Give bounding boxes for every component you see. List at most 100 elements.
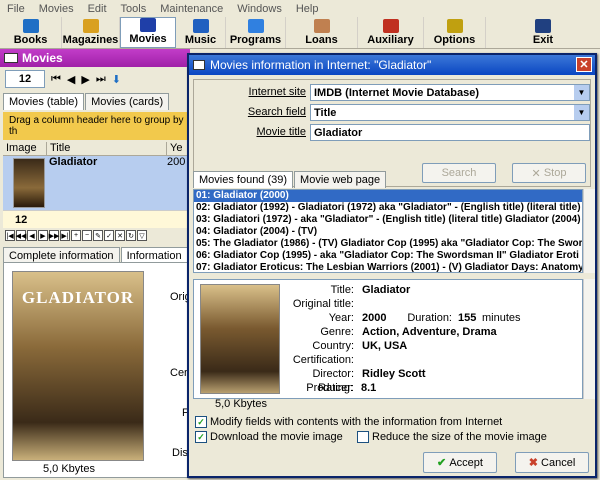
search-button[interactable]: Search: [422, 163, 496, 183]
toolbar-programs-button[interactable]: Programs: [226, 17, 286, 48]
menu-tools[interactable]: Tools: [114, 3, 154, 15]
results-list[interactable]: 01: Gladiator (2000) 02: Gladiator (1992…: [193, 189, 583, 273]
nav-add-icon[interactable]: +: [71, 230, 81, 241]
checkmark-icon: ✓: [195, 431, 207, 443]
table-row[interactable]: Gladiator 200: [3, 156, 190, 210]
internet-site-label: Internet site: [248, 86, 306, 98]
film-icon: [4, 53, 18, 63]
toolbar-exit-button[interactable]: Exit: [486, 17, 600, 48]
close-icon[interactable]: ✕: [576, 57, 592, 72]
info-duration: 155: [458, 312, 477, 324]
info-country-label: Country:: [312, 340, 354, 352]
info-title-label: Title:: [330, 284, 354, 296]
dialog-title-bar: Movies information in Internet: "Gladiat…: [189, 55, 595, 75]
next-record-icon[interactable]: ▶: [81, 73, 89, 86]
column-title[interactable]: Title: [47, 142, 167, 155]
list-item[interactable]: 06: Gladiator Cop (1995) - aka "Gladiato…: [194, 250, 582, 262]
list-item[interactable]: 02: Gladiator (1992) - Gladiatori (1972)…: [194, 202, 582, 214]
toolbar-options-button[interactable]: Options: [424, 17, 486, 48]
check-icon: ✔: [437, 457, 450, 469]
info-title: Gladiator: [362, 284, 411, 296]
nav-check-icon[interactable]: ✓: [104, 230, 114, 241]
list-item[interactable]: 07: Gladiator Eroticus: The Lesbian Warr…: [194, 262, 582, 272]
internet-site-select[interactable]: IMDB (Internet Movie Database) ▼: [310, 84, 590, 101]
cancel-button[interactable]: ✖ Cancel: [515, 452, 589, 473]
search-field-select[interactable]: Title ▼: [310, 104, 590, 121]
stop-button[interactable]: ✕ Stop: [512, 163, 586, 183]
tab-movie-web-page[interactable]: Movie web page: [294, 171, 387, 188]
previous-record-icon[interactable]: ◀: [67, 73, 75, 86]
music-note-icon: [192, 19, 209, 33]
chevron-down-icon[interactable]: ▼: [574, 85, 589, 100]
tab-movies-cards[interactable]: Movies (cards): [85, 93, 170, 110]
column-image[interactable]: Image: [3, 142, 47, 155]
movie-poster: [200, 284, 280, 394]
list-item[interactable]: 01: Gladiator (2000): [194, 190, 582, 202]
toolbar-music-button[interactable]: Music: [176, 17, 226, 48]
internet-search-icon[interactable]: ⬇: [112, 73, 121, 86]
info-original-title-label: Original title:: [292, 298, 354, 310]
nav-prev-icon[interactable]: ◀: [27, 230, 37, 241]
nav-delete-icon[interactable]: −: [82, 230, 92, 241]
list-item[interactable]: 03: Gladiatori (1972) - aka "Gladiator" …: [194, 214, 582, 226]
view-tabs: Movies (table) Movies (cards): [3, 93, 170, 110]
nav-refresh-icon[interactable]: ↻: [126, 230, 136, 241]
toolbar-magazines-button[interactable]: Magazines: [62, 17, 120, 48]
toolbar-books-button[interactable]: Books: [0, 17, 62, 48]
row-year: 200: [167, 156, 186, 168]
magazine-icon: [82, 19, 99, 33]
movie-poster: GLADIATOR: [12, 271, 144, 461]
list-item[interactable]: 04: Gladiator (2004) - (TV): [194, 226, 582, 238]
checkmark-icon: ✓: [195, 416, 207, 428]
nav-last-icon[interactable]: ▶|: [60, 230, 70, 241]
poster-thumbnail: [13, 158, 45, 208]
last-record-icon[interactable]: ⏭: [96, 73, 106, 86]
info-genre: Action, Adventure, Drama: [362, 326, 497, 338]
grid-header: Image Title Ye: [3, 142, 190, 156]
group-by-area[interactable]: Drag a column header here to group by th: [3, 112, 190, 140]
info-year-label: Year:: [328, 312, 354, 324]
info-genre-label: Genre:: [320, 326, 354, 338]
info-director-label: Director:: [312, 368, 354, 380]
detail-panel: GLADIATOR 5,0 Kbytes Orig Cer F Dis: [3, 262, 191, 478]
toolbar-auxiliary-button[interactable]: Auxiliary: [358, 17, 424, 48]
nav-edit-icon[interactable]: ✎: [93, 230, 103, 241]
first-record-icon[interactable]: ⏮: [51, 73, 61, 86]
chevron-down-icon[interactable]: ▼: [574, 105, 589, 120]
download-image-checkbox[interactable]: ✓ Download the movie image: [195, 431, 343, 443]
menu-file[interactable]: File: [0, 3, 32, 15]
book-icon: [22, 19, 39, 33]
movie-title-label: Movie title: [256, 126, 306, 138]
info-rating: 8.1: [361, 382, 377, 394]
record-number-field[interactable]: 12: [5, 70, 45, 88]
movie-title-input[interactable]: Gladiator: [310, 124, 590, 141]
nav-cancel-icon[interactable]: ✕: [115, 230, 125, 241]
exit-icon: [535, 19, 551, 33]
results-scrollbar[interactable]: [583, 189, 595, 273]
nav-filter-icon[interactable]: ▽: [137, 230, 147, 241]
nav-next-icon[interactable]: ▶: [38, 230, 48, 241]
poster-title: GLADIATOR: [21, 288, 135, 307]
tab-movies-table[interactable]: Movies (table): [3, 93, 85, 110]
menu-windows[interactable]: Windows: [230, 3, 289, 15]
accept-button[interactable]: ✔ Accept: [423, 452, 497, 473]
main-toolbar: Books Magazines Movies Music Programs Lo…: [0, 17, 600, 49]
info-scrollbar[interactable]: [583, 279, 595, 399]
nav-first-icon[interactable]: |◀: [5, 230, 15, 241]
reduce-size-checkbox[interactable]: Reduce the size of the movie image: [357, 431, 547, 443]
menu-help[interactable]: Help: [289, 3, 326, 15]
menu-edit[interactable]: Edit: [81, 3, 114, 15]
toolbar-loans-button[interactable]: Loans: [286, 17, 358, 48]
nav-next-page-icon[interactable]: ▶▶: [49, 230, 59, 241]
auxiliary-icon: [382, 19, 399, 33]
list-item[interactable]: 05: The Gladiator (1986) - (TV) Gladiato…: [194, 238, 582, 250]
toolbar-movies-button[interactable]: Movies: [120, 17, 176, 48]
film-icon: [140, 18, 156, 32]
programs-icon: [247, 19, 264, 33]
tab-movies-found[interactable]: Movies found (39): [193, 171, 294, 188]
nav-prev-page-icon[interactable]: ◀◀: [16, 230, 26, 241]
menu-movies[interactable]: Movies: [32, 3, 81, 15]
cross-icon: ✖: [528, 457, 542, 469]
modify-fields-checkbox[interactable]: ✓ Modify fields with contents with the in…: [195, 416, 502, 428]
menu-maintenance[interactable]: Maintenance: [153, 3, 230, 15]
